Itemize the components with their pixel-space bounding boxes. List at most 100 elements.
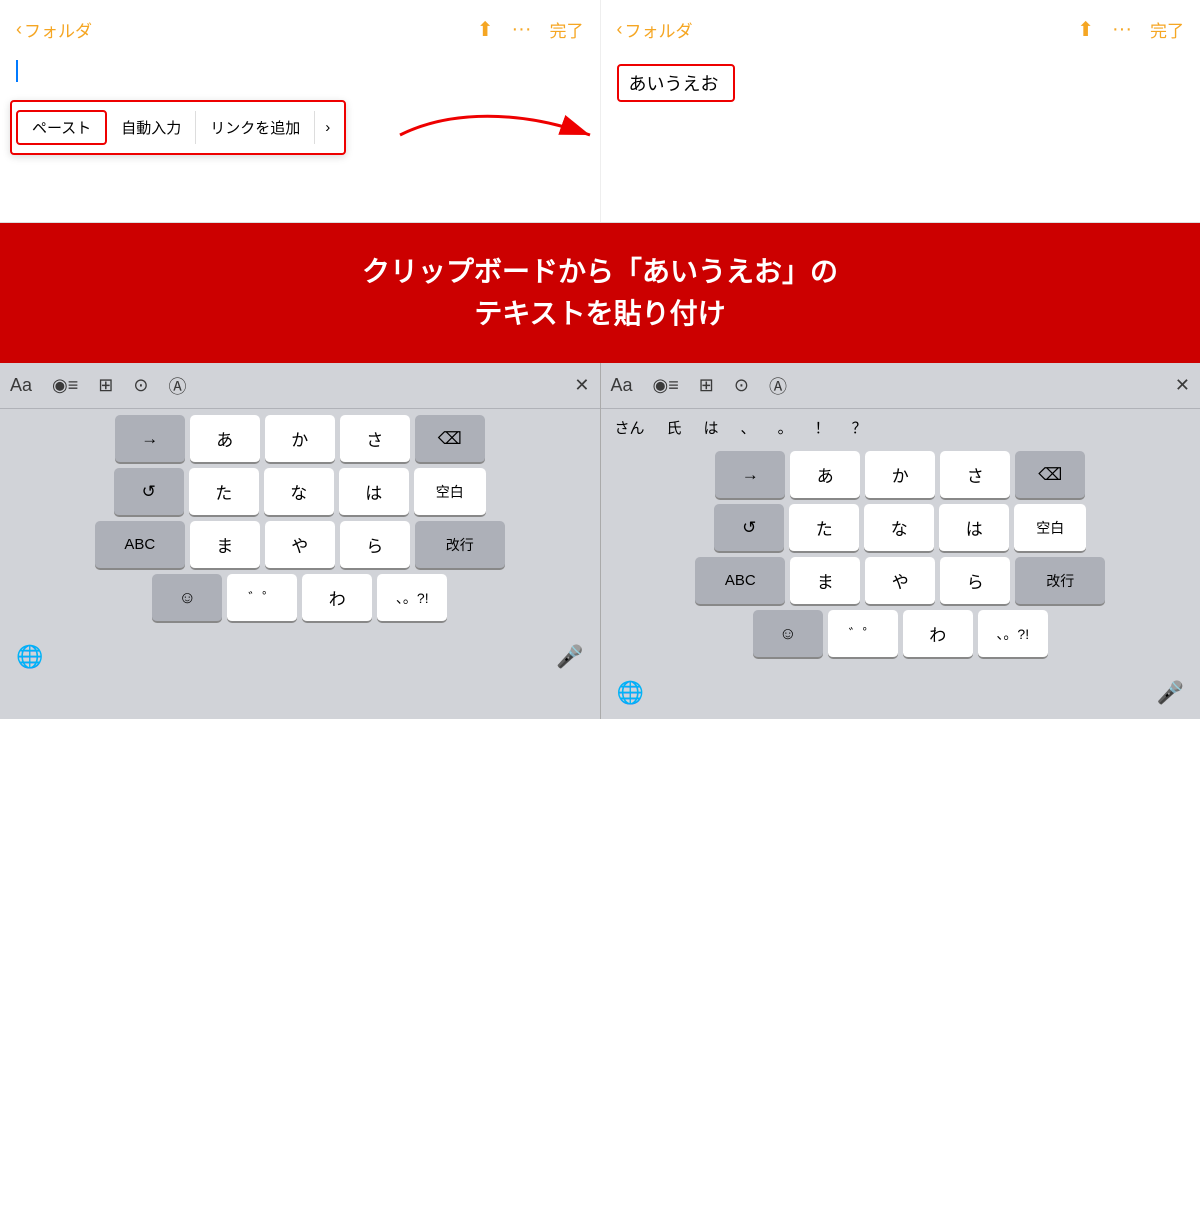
right-key-undo[interactable]: ↺ [714, 504, 784, 552]
explanation-text: クリップボードから「あいうえお」のテキストを貼り付け [362, 256, 838, 329]
left-key-wa[interactable]: わ [302, 574, 372, 622]
right-key-arrow[interactable]: → [715, 451, 785, 499]
right-key-ya[interactable]: や [865, 557, 935, 605]
left-share-icon[interactable]: ⬆ [477, 17, 494, 42]
context-menu-autofill[interactable]: 自動入力 [107, 111, 196, 144]
right-kb-keys: → あ か さ ⌫ ↺ た な は 空白 ABC ま や ら 改行 [601, 445, 1200, 667]
right-key-space[interactable]: 空白 [1014, 504, 1086, 552]
left-key-emoji[interactable]: ☺ [152, 574, 222, 622]
left-nav-bar: ‹ フォルダ ⬆ ··· 完了 [0, 0, 600, 52]
left-kb-font-icon[interactable]: Aa [10, 375, 32, 396]
suggestion-comma[interactable]: 、 [737, 415, 760, 440]
left-kb-toolbar: Aa ◉≡ ⊞ ⊙ Ⓐ ✕ [0, 363, 600, 409]
left-kb-close-icon[interactable]: ✕ [574, 375, 589, 396]
right-kb-row-2: ↺ た な は 空白 [604, 504, 1198, 552]
right-kb-row-3: ABC ま や ら 改行 [604, 557, 1198, 605]
right-key-enter[interactable]: 改行 [1015, 557, 1105, 605]
suggestion-san[interactable]: さん [611, 415, 649, 440]
left-key-ka[interactable]: か [265, 415, 335, 463]
right-back-chevron-icon: ‹ [617, 19, 623, 40]
left-kb-scan-icon[interactable]: Ⓐ [168, 373, 186, 399]
left-key-backspace[interactable]: ⌫ [415, 415, 485, 463]
right-share-icon[interactable]: ⬆ [1077, 17, 1094, 42]
context-menu-addlink[interactable]: リンクを追加 [196, 111, 315, 144]
left-more-icon[interactable]: ··· [512, 18, 532, 41]
aiueo-text-box: あいうえお [617, 64, 735, 102]
right-more-icon[interactable]: ··· [1112, 18, 1132, 41]
left-kb-row-3: ABC ま や ら 改行 [3, 521, 597, 569]
right-key-ka[interactable]: か [865, 451, 935, 499]
explanation-banner: クリップボードから「あいうえお」のテキストを貼り付け [0, 223, 1200, 363]
right-done-button[interactable]: 完了 [1150, 17, 1184, 42]
left-kb-row-2: ↺ た な は 空白 [3, 468, 597, 516]
right-key-abc[interactable]: ABC [695, 557, 785, 605]
left-keyboard: Aa ◉≡ ⊞ ⊙ Ⓐ ✕ → あ か さ ⌫ ↺ た な は 空白 [0, 363, 601, 719]
left-kb-list-icon[interactable]: ◉≡ [52, 375, 78, 396]
right-key-ra[interactable]: ら [940, 557, 1010, 605]
left-kb-mic-icon[interactable]: 🎤 [556, 644, 583, 670]
right-kb-globe-icon[interactable]: 🌐 [617, 680, 644, 706]
left-back-chevron-icon: ‹ [16, 19, 22, 40]
right-key-na[interactable]: な [864, 504, 934, 552]
right-kb-close-icon[interactable]: ✕ [1175, 375, 1190, 396]
context-menu-paste[interactable]: ペースト [16, 110, 107, 145]
right-key-emoji[interactable]: ☺ [753, 610, 823, 658]
left-kb-table-icon[interactable]: ⊞ [98, 375, 113, 396]
left-key-punct[interactable]: 、。?! [377, 574, 447, 622]
left-key-abc[interactable]: ABC [95, 521, 185, 569]
right-kb-list-icon[interactable]: ◉≡ [653, 375, 679, 396]
right-kb-mic-icon[interactable]: 🎤 [1157, 680, 1184, 706]
left-back-button[interactable]: ‹ フォルダ [16, 17, 92, 42]
left-key-sa[interactable]: さ [340, 415, 410, 463]
right-keyboard: Aa ◉≡ ⊞ ⊙ Ⓐ ✕ さん 氏 は 、 。 ！ ？ → あ か さ ⌫ [601, 363, 1200, 719]
right-key-a[interactable]: あ [790, 451, 860, 499]
left-key-dakuten[interactable]: ゛゜ [227, 574, 297, 622]
suggestion-ha[interactable]: は [700, 415, 723, 440]
right-key-ha[interactable]: は [939, 504, 1009, 552]
right-back-button[interactable]: ‹ フォルダ [617, 17, 693, 42]
right-kb-table-icon[interactable]: ⊞ [699, 375, 714, 396]
left-key-arrow[interactable]: → [115, 415, 185, 463]
left-key-ma[interactable]: ま [190, 521, 260, 569]
right-kb-scan-icon[interactable]: Ⓐ [769, 373, 787, 399]
right-kb-font-icon[interactable]: Aa [611, 375, 633, 396]
context-menu: ペースト 自動入力 リンクを追加 › [10, 100, 346, 155]
right-key-wa[interactable]: わ [903, 610, 973, 658]
suggestion-question[interactable]: ？ [848, 415, 871, 440]
left-kb-row-4: ☺ ゛゜ わ 、。?! [3, 574, 597, 622]
left-key-ta[interactable]: た [189, 468, 259, 516]
left-kb-camera-icon[interactable]: ⊙ [133, 375, 148, 396]
left-key-undo[interactable]: ↺ [114, 468, 184, 516]
left-key-ha[interactable]: は [339, 468, 409, 516]
right-back-label: フォルダ [625, 17, 693, 42]
right-kb-suggestions: さん 氏 は 、 。 ！ ？ [601, 409, 1200, 445]
right-kb-toolbar: Aa ◉≡ ⊞ ⊙ Ⓐ ✕ [601, 363, 1200, 409]
right-note-content[interactable]: あいうえお [601, 52, 1200, 142]
suggestion-shi[interactable]: 氏 [663, 415, 686, 440]
context-menu-more-icon[interactable]: › [315, 113, 340, 142]
left-key-ra[interactable]: ら [340, 521, 410, 569]
left-key-a[interactable]: あ [190, 415, 260, 463]
left-kb-globe-icon[interactable]: 🌐 [16, 644, 43, 670]
right-key-ta[interactable]: た [789, 504, 859, 552]
right-key-backspace[interactable]: ⌫ [1015, 451, 1085, 499]
left-phone-panel: ‹ フォルダ ⬆ ··· 完了 ペースト 自動入力 リンクを追加 › [0, 0, 601, 222]
left-kb-row-1: → あ か さ ⌫ [3, 415, 597, 463]
right-key-dakuten[interactable]: ゛゜ [828, 610, 898, 658]
right-key-punct[interactable]: 、。?! [978, 610, 1048, 658]
left-key-enter[interactable]: 改行 [415, 521, 505, 569]
right-phone-panel: ‹ フォルダ ⬆ ··· 完了 あいうえお [601, 0, 1200, 222]
left-key-ya[interactable]: や [265, 521, 335, 569]
suggestion-exclaim[interactable]: ！ [811, 415, 834, 440]
left-key-space[interactable]: 空白 [414, 468, 486, 516]
left-key-na[interactable]: な [264, 468, 334, 516]
left-nav-actions: ⬆ ··· 完了 [477, 17, 584, 42]
suggestion-period[interactable]: 。 [774, 415, 797, 440]
right-key-ma[interactable]: ま [790, 557, 860, 605]
right-kb-camera-icon[interactable]: ⊙ [734, 375, 749, 396]
right-key-sa[interactable]: さ [940, 451, 1010, 499]
left-back-label: フォルダ [24, 17, 92, 42]
right-nav-actions: ⬆ ··· 完了 [1077, 17, 1184, 42]
left-done-button[interactable]: 完了 [550, 17, 584, 42]
right-kb-row-4: ☺ ゛゜ わ 、。?! [604, 610, 1198, 658]
